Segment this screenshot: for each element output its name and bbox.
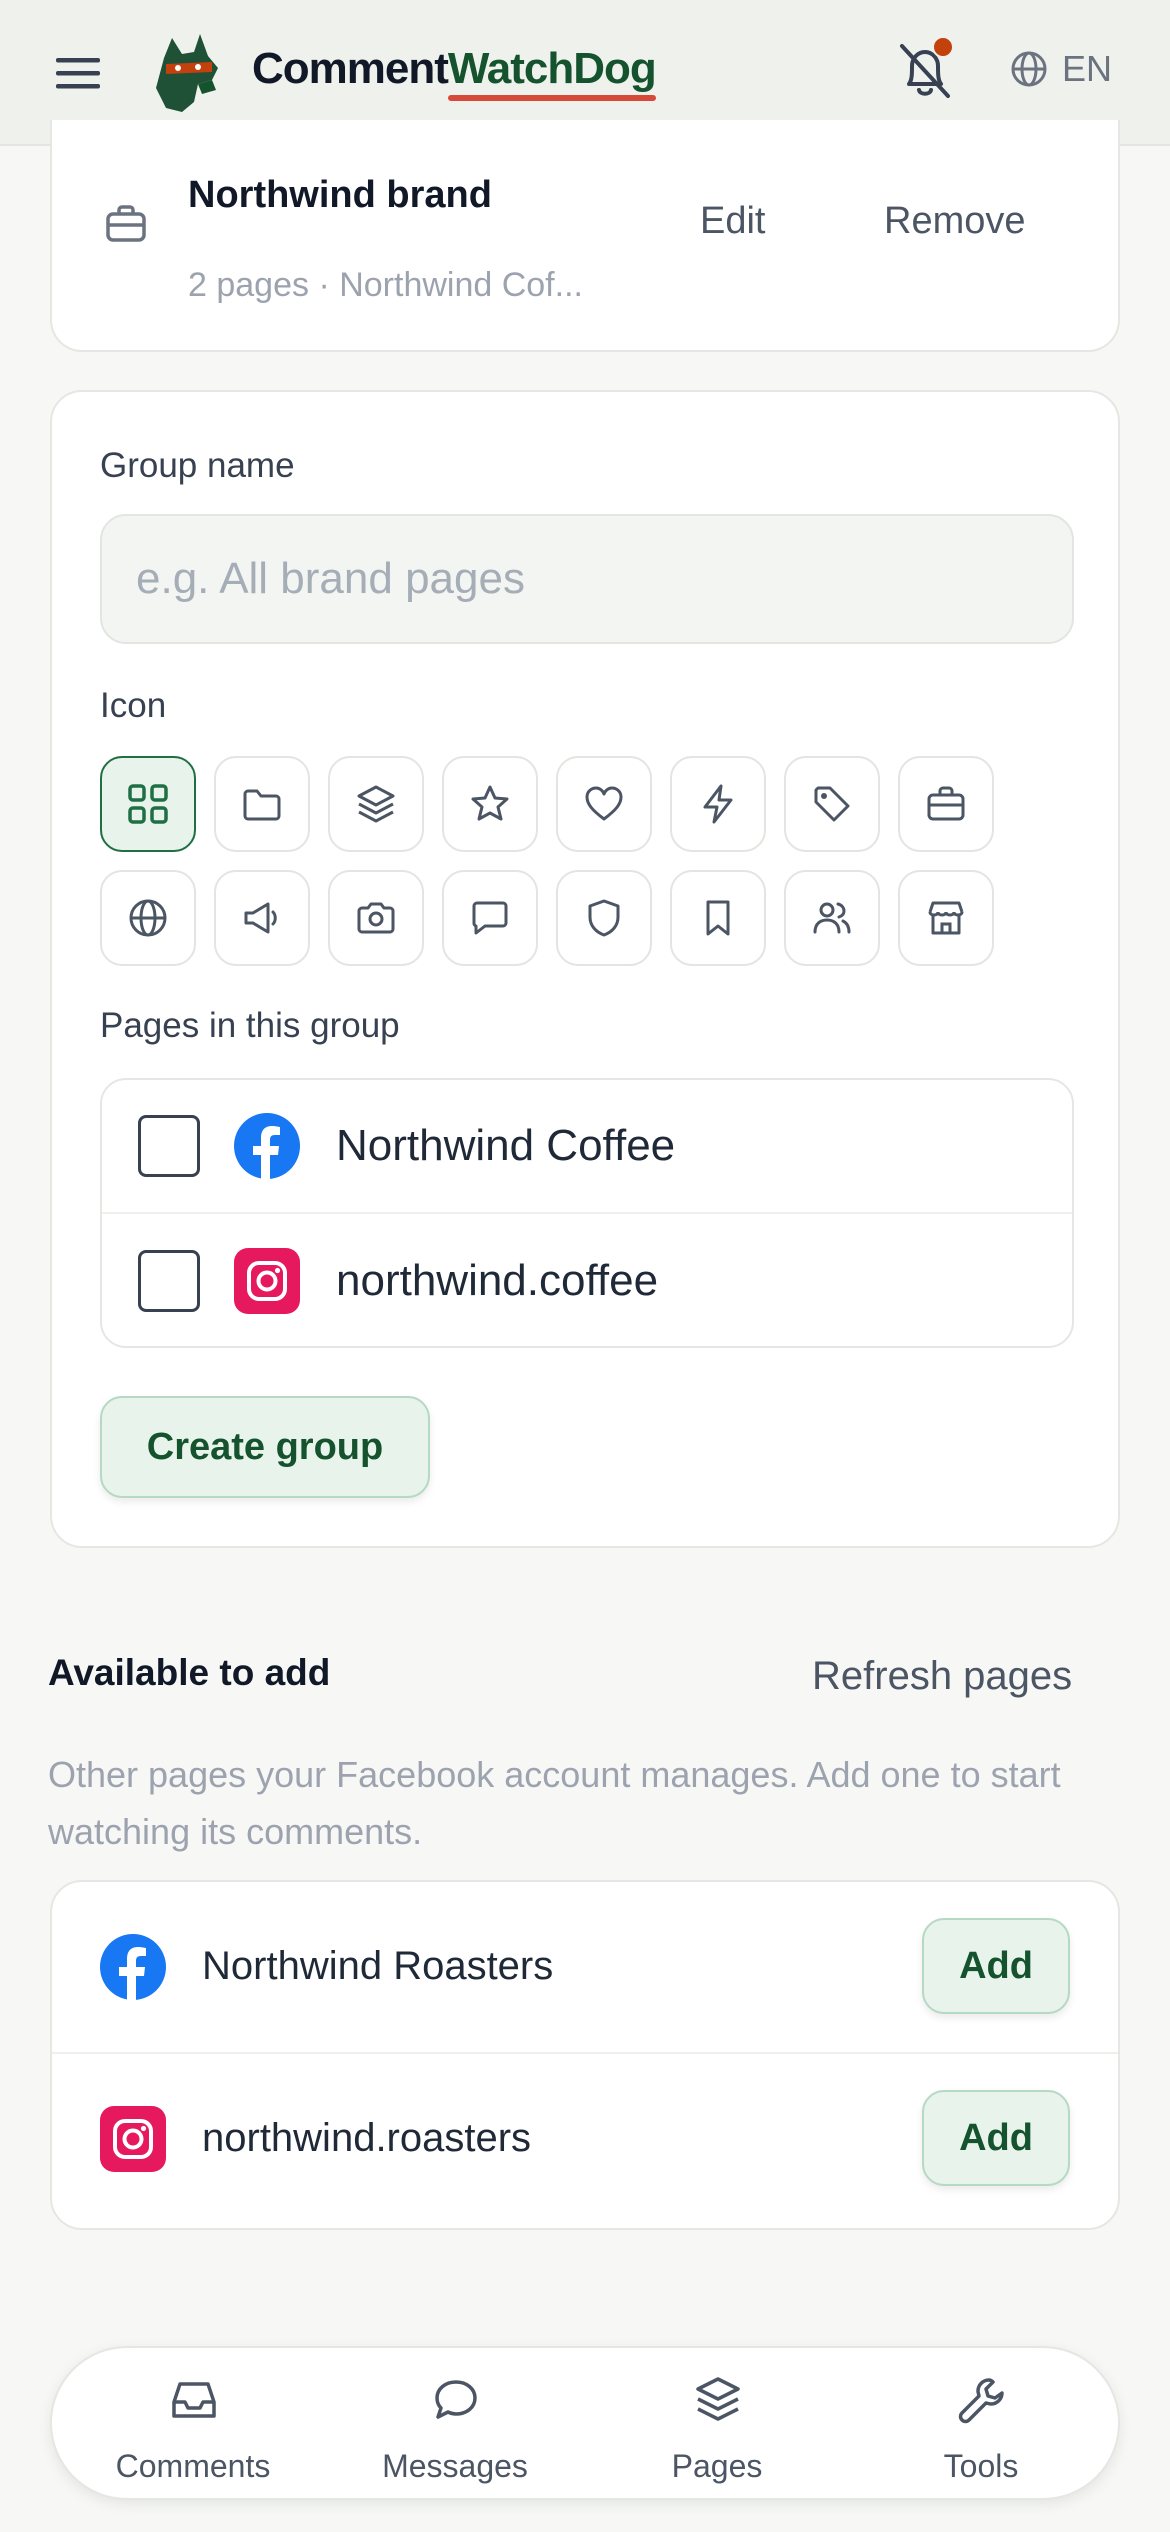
icon-option-heart[interactable]	[556, 756, 652, 852]
edit-group-button[interactable]: Edit	[700, 200, 765, 243]
icon-option-shield[interactable]	[556, 870, 652, 966]
brand-name: CommentWatchDog	[252, 44, 657, 93]
icon-option-folder[interactable]	[214, 756, 310, 852]
folder-icon	[243, 789, 281, 821]
notification-dot	[932, 36, 954, 58]
refresh-pages-button[interactable]: Refresh pages	[812, 1654, 1072, 1699]
group-name-label: Group name	[100, 446, 295, 485]
heart-icon	[585, 786, 623, 821]
star-icon	[471, 785, 509, 821]
pages-checklist: Northwind Coffee northwind.coffee	[100, 1078, 1074, 1348]
available-pages-card: Northwind Roasters Add northwind.roaster…	[50, 1880, 1120, 2230]
instagram-icon	[234, 1248, 300, 1314]
wrench-icon	[958, 2378, 1004, 2424]
page-name: northwind.coffee	[336, 1256, 659, 1305]
grid-icon	[128, 784, 168, 824]
icon-option-camera[interactable]	[328, 870, 424, 966]
globe-icon	[1011, 51, 1047, 87]
nav-label: Comments	[115, 2448, 271, 2484]
list-item: Northwind Roasters Add	[52, 1882, 1118, 2054]
page-name: Northwind Coffee	[336, 1121, 676, 1170]
icon-option-users[interactable]	[784, 870, 880, 966]
nav-tools[interactable]: Tools	[866, 2348, 1096, 2502]
facebook-icon	[100, 1934, 166, 2000]
bottom-navigation: Comments Messages Pages Tools	[50, 2346, 1120, 2500]
available-description: Other pages your Facebook account manage…	[48, 1754, 1061, 1852]
message-bubble-icon	[435, 2380, 477, 2419]
add-page-button[interactable]: Add	[922, 1918, 1070, 2014]
briefcase-icon	[106, 205, 146, 242]
group-title: Northwind brand	[188, 174, 492, 216]
nav-messages[interactable]: Messages	[340, 2348, 570, 2502]
icon-option-store[interactable]	[898, 870, 994, 966]
existing-group-card: Northwind brand 2 pages · Northwind Cof.…	[50, 120, 1120, 352]
bookmark-icon	[706, 900, 730, 936]
page-name: northwind.roasters	[202, 2116, 532, 2160]
shield-icon	[588, 899, 620, 937]
nav-label: Tools	[943, 2448, 1019, 2484]
icon-option-grid[interactable]	[100, 756, 196, 852]
icon-option-layers[interactable]	[328, 756, 424, 852]
icon-option-tag[interactable]	[784, 756, 880, 852]
menu-icon	[56, 58, 100, 89]
icon-label: Icon	[100, 686, 167, 725]
globe-icon	[129, 899, 167, 937]
nav-label: Messages	[382, 2448, 528, 2484]
available-section-title: Available to add	[48, 1652, 331, 1693]
briefcase-icon	[927, 786, 965, 821]
create-group-button[interactable]: Create group	[100, 1396, 430, 1498]
icon-option-bolt[interactable]	[670, 756, 766, 852]
page-name: Northwind Roasters	[202, 1944, 554, 1988]
group-subtitle: 2 pages · Northwind Cof...	[188, 266, 583, 304]
megaphone-icon	[244, 902, 277, 934]
users-icon	[813, 902, 851, 934]
icon-option-briefcase[interactable]	[898, 756, 994, 852]
create-group-card: Group name Icon	[50, 390, 1120, 1548]
icon-option-bookmark[interactable]	[670, 870, 766, 966]
tag-icon	[814, 786, 850, 822]
facebook-icon	[234, 1113, 300, 1179]
store-icon	[928, 901, 964, 935]
list-item[interactable]: Northwind Coffee	[102, 1080, 1072, 1214]
nav-comments[interactable]: Comments	[78, 2348, 308, 2502]
page-checkbox[interactable]	[138, 1250, 200, 1312]
icon-option-globe[interactable]	[100, 870, 196, 966]
watchdog-logo[interactable]	[142, 28, 226, 116]
hamburger-menu-button[interactable]	[54, 50, 102, 96]
layers-icon	[357, 785, 395, 823]
icon-option-megaphone[interactable]	[214, 870, 310, 966]
list-item: northwind.roasters Add	[52, 2054, 1118, 2226]
bolt-icon	[703, 784, 733, 824]
nav-label: Pages	[671, 2448, 763, 2484]
layers-icon	[696, 2377, 740, 2421]
pages-in-group-label: Pages in this group	[100, 1006, 400, 1045]
nav-pages[interactable]: Pages	[602, 2348, 832, 2502]
remove-group-button[interactable]: Remove	[884, 200, 1026, 243]
add-page-button[interactable]: Add	[922, 2090, 1070, 2186]
chat-icon	[472, 901, 508, 935]
instagram-icon	[100, 2106, 166, 2172]
group-name-input[interactable]	[100, 514, 1074, 644]
language-code: EN	[1062, 48, 1113, 89]
icon-option-chat[interactable]	[442, 870, 538, 966]
camera-icon	[357, 902, 395, 934]
list-item[interactable]: northwind.coffee	[102, 1214, 1072, 1346]
page-checkbox[interactable]	[138, 1115, 200, 1177]
icon-option-star[interactable]	[442, 756, 538, 852]
language-switcher[interactable]: EN	[1010, 48, 1112, 90]
inbox-icon	[172, 2382, 216, 2418]
